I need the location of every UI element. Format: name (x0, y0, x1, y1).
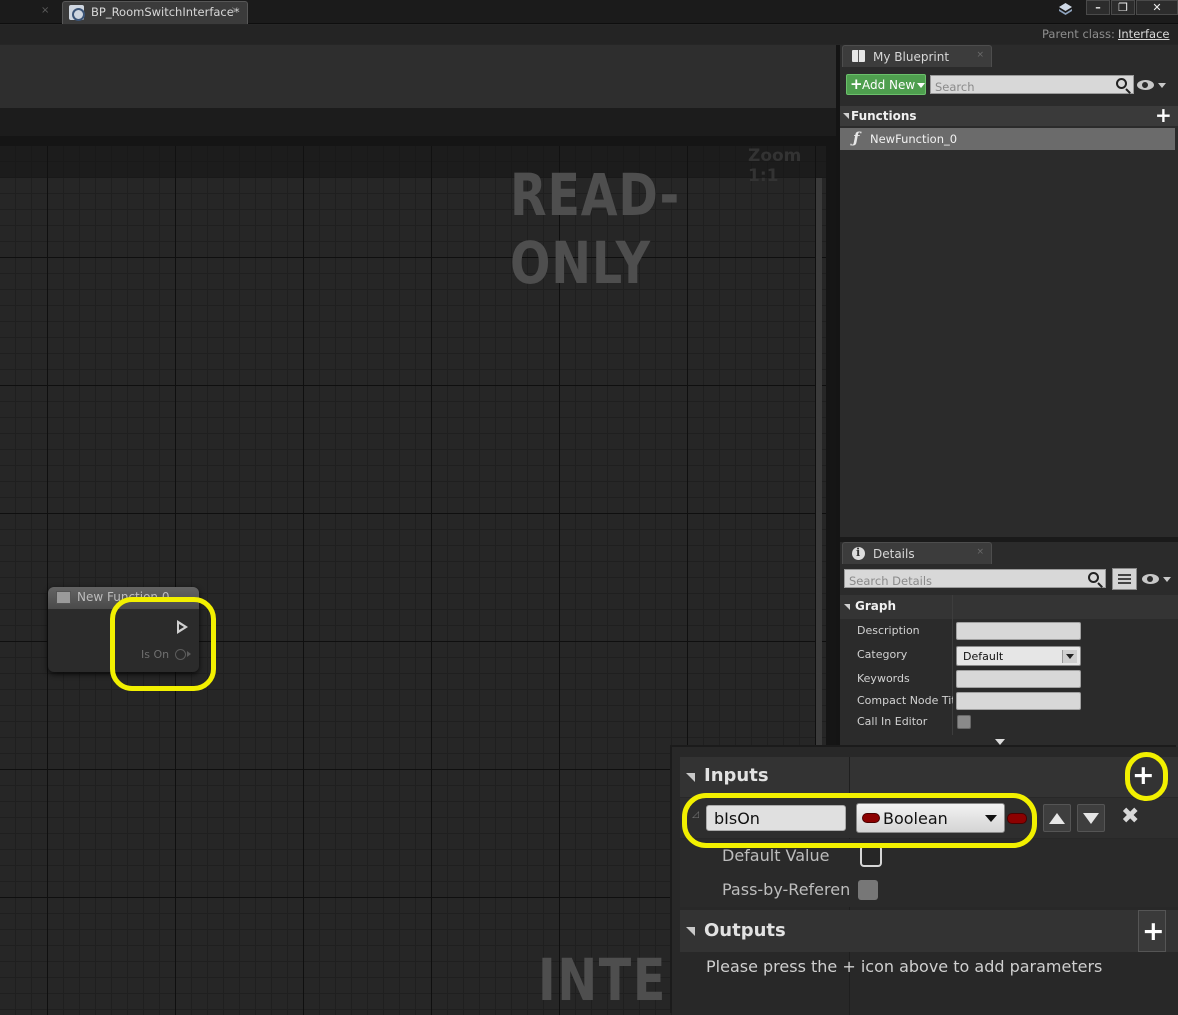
minimize-button[interactable]: – (1086, 0, 1110, 15)
my-blueprint-panel: My Blueprint × + Add New Functions + ƒ N… (840, 45, 1178, 537)
move-param-down-button[interactable] (1077, 804, 1105, 832)
add-new-button[interactable]: + Add New (846, 74, 926, 95)
collapse-triangle-icon (844, 604, 850, 610)
keywords-label: Keywords (857, 672, 910, 685)
expand-more-chevron-icon[interactable] (995, 739, 1005, 745)
my-blueprint-search-field[interactable] (931, 78, 1133, 96)
highlight-node-pins (110, 597, 216, 691)
move-param-up-button[interactable] (1043, 804, 1071, 832)
read-only-watermark: READ-ONLY (510, 161, 681, 297)
keywords-input[interactable] (956, 670, 1081, 688)
details-search-icon (1088, 572, 1099, 583)
function-icon: ƒ (853, 129, 860, 147)
graph-section-header[interactable]: Graph (840, 595, 1178, 619)
tab-my-blueprint[interactable]: My Blueprint × (842, 45, 992, 67)
details-tab-close-icon[interactable]: × (976, 547, 984, 557)
outputs-label: Outputs (704, 920, 786, 941)
category-label: Category (857, 648, 908, 661)
details-search-input[interactable] (844, 569, 1106, 590)
chevron-down-icon (917, 83, 925, 88)
property-row-category: Category Default (840, 644, 1178, 666)
compact-node-title-label: Compact Node Title (857, 694, 953, 707)
collapse-triangle-icon (686, 927, 695, 936)
function-item-newfunction-0[interactable]: ƒ NewFunction_0 (840, 128, 1175, 150)
call-in-editor-label: Call In Editor (857, 715, 928, 728)
compact-node-title-input[interactable] (956, 692, 1081, 710)
description-label: Description (857, 624, 920, 637)
plus-icon: + (1142, 916, 1165, 947)
description-input[interactable] (956, 622, 1081, 640)
view-options-chevron-icon[interactable] (1158, 83, 1166, 88)
property-row-compact-node-title: Compact Node Title (840, 690, 1178, 712)
graph-section-label: Graph (855, 599, 896, 613)
previous-tab-close-icon[interactable]: × (41, 5, 49, 16)
parent-class-label: Parent class: (1042, 27, 1115, 41)
default-value-checkbox[interactable] (860, 845, 882, 867)
highlight-add-input (1125, 752, 1168, 801)
parent-class-bar: Parent class: Interface (0, 25, 1178, 44)
tab-bp-roomswitchinterface[interactable]: BP_RoomSwitchInterface* × (62, 1, 248, 24)
eye-icon[interactable] (1137, 80, 1154, 90)
details-tab-label: Details (873, 547, 915, 561)
pass-by-reference-checkbox[interactable] (858, 880, 878, 900)
tab-title: BP_RoomSwitchInterface* (91, 5, 240, 19)
call-in-editor-checkbox[interactable] (957, 715, 971, 729)
inputs-section-header[interactable]: Inputs + (680, 757, 1178, 797)
graph-tab-strip (0, 108, 836, 136)
tab-details[interactable]: Details × (842, 542, 992, 564)
plus-icon: + (850, 75, 863, 93)
info-icon (852, 546, 865, 560)
functions-section-header[interactable]: Functions + (840, 103, 1178, 127)
blueprint-interface-icon (69, 5, 85, 21)
inputs-outputs-zoom-panel: Inputs + ◿ Boolean ✖ Default Value Pass-… (672, 747, 1178, 1015)
tab-close-icon[interactable]: × (231, 5, 239, 16)
add-output-button[interactable]: + (1138, 910, 1166, 952)
outputs-section-header[interactable]: Outputs + (680, 910, 1178, 952)
highlight-param-row (682, 793, 1037, 848)
details-search-field[interactable] (845, 572, 1105, 590)
blueprint-editor-window: × BP_RoomSwitchInterface* × – ❐ ✕ Parent… (0, 0, 1178, 1015)
title-bar: × BP_RoomSwitchInterface* × – ❐ ✕ (0, 0, 1178, 24)
my-blueprint-search-input[interactable] (930, 75, 1134, 96)
outputs-hint-text: Please press the + icon above to add par… (706, 957, 1103, 976)
maximize-button[interactable]: ❐ (1111, 0, 1135, 15)
unreal-app-icon (1059, 3, 1072, 15)
category-select-value: Default (963, 650, 1004, 663)
parent-class-link[interactable]: Interface (1118, 27, 1170, 41)
property-row-call-in-editor: Call In Editor (840, 711, 1178, 733)
remove-param-icon[interactable]: ✖ (1121, 804, 1139, 829)
category-select[interactable]: Default (956, 646, 1081, 666)
default-value-label: Default Value (722, 846, 830, 865)
collapse-triangle-icon (843, 113, 849, 119)
property-matrix-button[interactable] (1112, 568, 1137, 590)
function-node-icon (56, 591, 71, 604)
property-row-description: Description (840, 620, 1178, 642)
editor-toolbar-area (0, 45, 836, 108)
property-row-keywords: Keywords (840, 668, 1178, 690)
inputs-label: Inputs (704, 765, 769, 786)
search-icon (1116, 78, 1127, 89)
details-eye-icon[interactable] (1142, 574, 1159, 584)
close-window-button[interactable]: ✕ (1136, 0, 1178, 15)
function-item-label: NewFunction_0 (870, 132, 958, 146)
functions-label: Functions (851, 109, 917, 123)
book-icon (852, 50, 865, 62)
add-function-button[interactable]: + (1155, 103, 1172, 127)
my-blueprint-tab-close-icon[interactable]: × (976, 50, 984, 60)
details-view-chevron-icon[interactable] (1163, 577, 1171, 582)
pass-by-reference-row: Pass-by-Reference (680, 873, 1178, 907)
collapse-triangle-icon (686, 773, 695, 782)
chevron-down-icon (1062, 650, 1077, 663)
add-new-label: Add New (862, 78, 916, 92)
my-blueprint-tab-label: My Blueprint (873, 50, 950, 64)
pass-by-reference-label: Pass-by-Reference (722, 880, 849, 899)
